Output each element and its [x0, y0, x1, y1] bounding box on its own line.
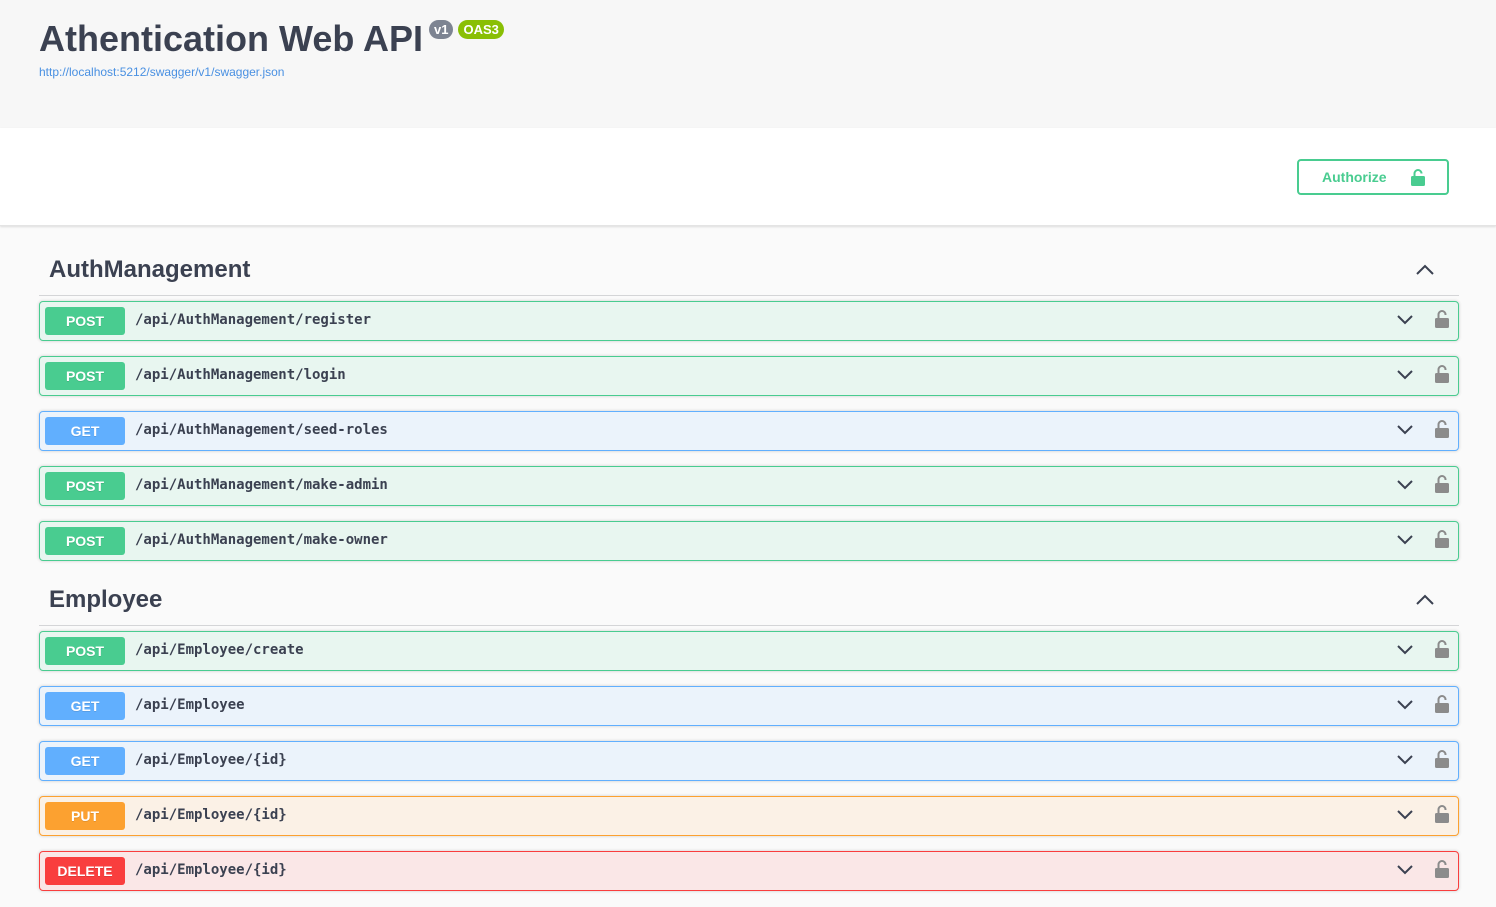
unlocked-icon[interactable] [1435, 694, 1449, 714]
operation-row-post[interactable]: POST /api/AuthManagement/login [39, 356, 1459, 396]
operation-path: /api/Employee/{id} [135, 862, 287, 878]
operation-path: /api/AuthManagement/make-admin [135, 477, 388, 493]
method-badge: GET [45, 747, 125, 775]
method-badge: DELETE [45, 857, 125, 885]
unlocked-icon[interactable] [1435, 859, 1449, 879]
page-title: Athentication Web API v1 OAS3 [39, 18, 504, 60]
chevron-down-icon[interactable] [1396, 864, 1414, 876]
method-badge: POST [45, 527, 125, 555]
operation-row-get[interactable]: GET /api/Employee [39, 686, 1459, 726]
method-badge: POST [45, 472, 125, 500]
oas-badge: OAS3 [458, 20, 504, 39]
operation-row-put[interactable]: PUT /api/Employee/{id} [39, 796, 1459, 836]
authorize-button[interactable]: Authorize [1297, 159, 1449, 195]
method-badge: GET [45, 417, 125, 445]
chevron-down-icon[interactable] [1396, 754, 1414, 766]
operation-row-post[interactable]: POST /api/AuthManagement/register [39, 301, 1459, 341]
operation-path: /api/Employee/{id} [135, 807, 287, 823]
tag-title: Employee [49, 586, 163, 613]
version-badge: v1 [429, 20, 454, 39]
chevron-down-icon[interactable] [1396, 424, 1414, 436]
method-badge: POST [45, 307, 125, 335]
unlocked-icon[interactable] [1435, 639, 1449, 659]
unlocked-icon[interactable] [1435, 749, 1449, 769]
chevron-down-icon[interactable] [1396, 534, 1414, 546]
method-badge: POST [45, 637, 125, 665]
chevron-down-icon[interactable] [1396, 699, 1414, 711]
unlocked-icon[interactable] [1435, 474, 1449, 494]
operation-path: /api/Employee/create [135, 642, 304, 658]
operation-row-get[interactable]: GET /api/Employee/{id} [39, 741, 1459, 781]
operation-path: /api/AuthManagement/make-owner [135, 532, 388, 548]
unlocked-icon[interactable] [1435, 364, 1449, 384]
unlocked-icon[interactable] [1435, 419, 1449, 439]
chevron-down-icon[interactable] [1396, 314, 1414, 326]
method-badge: PUT [45, 802, 125, 830]
method-badge: GET [45, 692, 125, 720]
unlocked-icon[interactable] [1435, 309, 1449, 329]
operation-row-get[interactable]: GET /api/AuthManagement/seed-roles [39, 411, 1459, 451]
chevron-down-icon[interactable] [1396, 809, 1414, 821]
operation-row-delete[interactable]: DELETE /api/Employee/{id} [39, 851, 1459, 891]
operation-row-post[interactable]: POST /api/AuthManagement/make-owner [39, 521, 1459, 561]
operation-row-post[interactable]: POST /api/AuthManagement/make-admin [39, 466, 1459, 506]
chevron-up-icon[interactable] [1415, 264, 1435, 276]
operation-path: /api/Employee [135, 697, 245, 713]
api-title: Athentication Web API [39, 18, 424, 59]
tag-title: AuthManagement [49, 256, 251, 283]
chevron-down-icon[interactable] [1396, 644, 1414, 656]
method-badge: POST [45, 362, 125, 390]
scheme-container: Authorize [0, 128, 1496, 226]
operation-path: /api/AuthManagement/login [135, 367, 346, 383]
chevron-down-icon[interactable] [1396, 479, 1414, 491]
operation-path: /api/Employee/{id} [135, 752, 287, 768]
operation-path: /api/AuthManagement/seed-roles [135, 422, 388, 438]
info-header: Athentication Web API v1 OAS3 http://loc… [0, 0, 1496, 128]
unlocked-icon[interactable] [1435, 529, 1449, 549]
authorize-label: Authorize [1322, 169, 1387, 185]
spec-url-link[interactable]: http://localhost:5212/swagger/v1/swagger… [39, 65, 284, 79]
tag-section-authmanagement[interactable]: AuthManagement [39, 254, 1459, 296]
operation-path: /api/AuthManagement/register [135, 312, 372, 328]
lock-icon [1411, 169, 1425, 186]
chevron-up-icon[interactable] [1415, 594, 1435, 606]
unlocked-icon[interactable] [1435, 804, 1449, 824]
operation-row-post[interactable]: POST /api/Employee/create [39, 631, 1459, 671]
chevron-down-icon[interactable] [1396, 369, 1414, 381]
tag-section-employee[interactable]: Employee [39, 584, 1459, 626]
